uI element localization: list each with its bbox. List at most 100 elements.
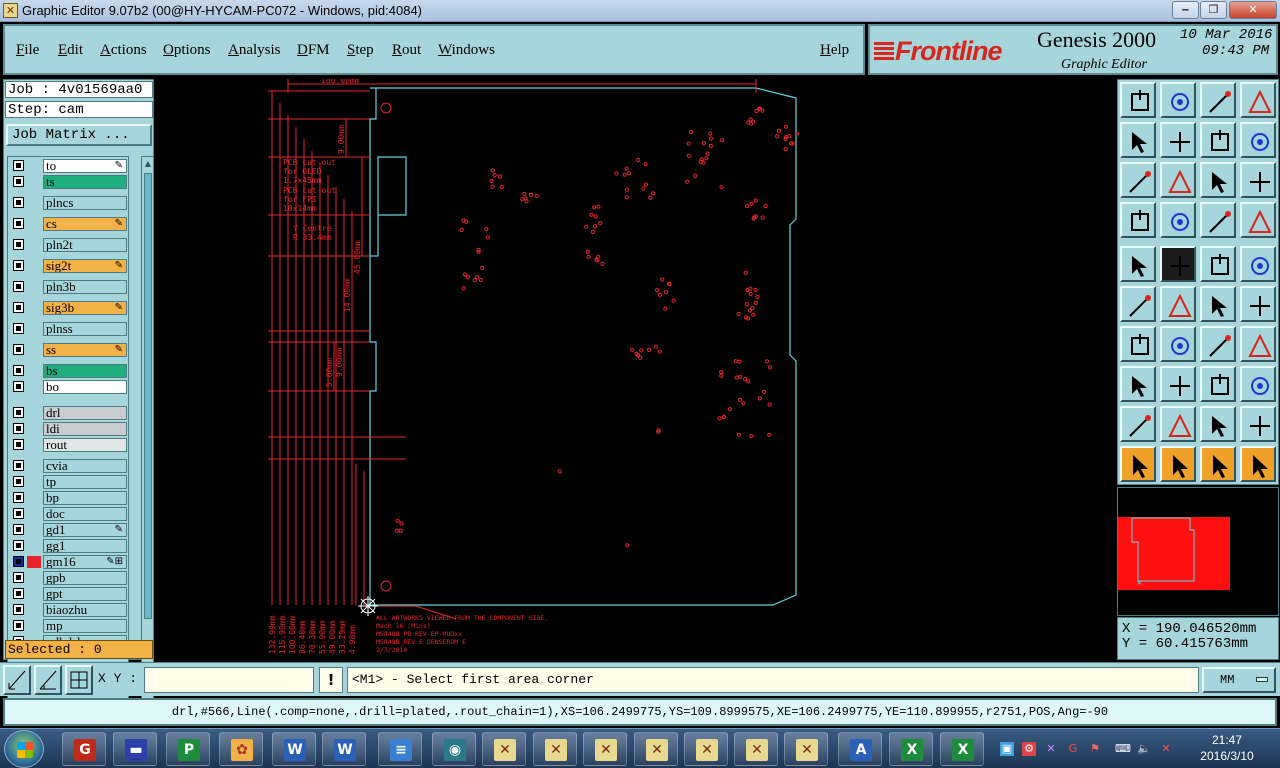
exclamation-button[interactable]: !: [319, 667, 343, 693]
layer-row-mp[interactable]: mp: [8, 619, 128, 633]
fit-button[interactable]: [1240, 122, 1276, 158]
triangle-button[interactable]: [1120, 406, 1156, 442]
layer-row-cs[interactable]: cs ✎: [8, 217, 128, 231]
menu-edit[interactable]: Edit: [58, 42, 83, 59]
layer-name[interactable]: sig3b ✎: [43, 301, 127, 315]
scroll-thumb[interactable]: [144, 173, 152, 619]
layer-row-tp[interactable]: tp: [8, 475, 128, 489]
layer-name[interactable]: mp: [43, 619, 127, 633]
graphic-editor-1-button[interactable]: ✕: [482, 732, 526, 766]
layer-row-to[interactable]: to ✎: [8, 159, 128, 173]
text-app-button[interactable]: A: [838, 732, 882, 766]
home-button[interactable]: [1200, 82, 1236, 118]
layer-checkbox[interactable]: [13, 197, 24, 208]
layer-checkbox[interactable]: [13, 344, 24, 355]
layer-row-cvia[interactable]: cvia: [8, 459, 128, 473]
snap-button[interactable]: [3, 665, 31, 695]
excel2-app-button[interactable]: X: [940, 732, 984, 766]
layer-name[interactable]: gd1 ✎: [43, 523, 127, 537]
restore-button[interactable]: ❐: [1200, 1, 1227, 19]
layer-checkbox[interactable]: [13, 588, 24, 599]
layer-checkbox[interactable]: [13, 524, 24, 535]
layer-checkbox[interactable]: [13, 407, 24, 418]
layer-row-ldi[interactable]: ldi: [8, 422, 128, 436]
pan-right-button[interactable]: [1160, 122, 1196, 158]
minimize-button[interactable]: ‒: [1172, 1, 1199, 19]
select-pointer-button[interactable]: [1120, 446, 1156, 482]
layer-checkbox[interactable]: [13, 381, 24, 392]
layer-name[interactable]: gpb: [43, 571, 127, 585]
tray-cad-icon[interactable]: G: [1066, 742, 1080, 756]
menu-dfm[interactable]: DFM: [297, 42, 330, 59]
genesis-app-button[interactable]: G: [62, 732, 106, 766]
layer-name[interactable]: bo: [43, 380, 127, 394]
layer-name[interactable]: rout: [43, 438, 127, 452]
menu-options[interactable]: Options: [163, 42, 211, 59]
layer-checkbox[interactable]: [13, 302, 24, 313]
notepad-app-button[interactable]: ≡: [378, 732, 422, 766]
graphic-editor-6-button[interactable]: ✕: [734, 732, 778, 766]
scroll-up-icon[interactable]: ▲: [143, 159, 153, 169]
layer-checkbox[interactable]: [13, 365, 24, 376]
graphic-editor-5-button[interactable]: ✕: [684, 732, 728, 766]
layer-row-drl[interactable]: drl: [8, 406, 128, 420]
start-button[interactable]: [4, 730, 44, 768]
layer-row-plncs[interactable]: plncs: [8, 196, 128, 210]
layer-checkbox[interactable]: [13, 572, 24, 583]
layer-checkbox[interactable]: [13, 239, 24, 250]
arch-arrow-button[interactable]: [1240, 406, 1276, 442]
tray-display-icon[interactable]: ▣: [1000, 742, 1014, 756]
layer-checkbox[interactable]: [13, 604, 24, 615]
help-button[interactable]: [1240, 162, 1276, 198]
dimension-button[interactable]: [1200, 366, 1236, 402]
excel-app-button[interactable]: X: [889, 732, 933, 766]
layer-row-sig2t[interactable]: sig2t ✎: [8, 259, 128, 273]
layer-row-plnss[interactable]: plnss: [8, 322, 128, 336]
tray-flag-icon[interactable]: ⚑: [1088, 742, 1102, 756]
layer-checkbox[interactable]: [13, 540, 24, 551]
zoom-in-button[interactable]: [1160, 82, 1196, 118]
graphic-editor-2-button[interactable]: ✕: [533, 732, 577, 766]
zoom-fit-button[interactable]: [1120, 162, 1156, 198]
line-button[interactable]: [1160, 326, 1196, 362]
layer-checkbox[interactable]: [13, 176, 24, 187]
menu-help[interactable]: Help: [820, 42, 849, 59]
save-app-button[interactable]: ▬: [113, 732, 157, 766]
scale-button[interactable]: [1200, 162, 1236, 198]
layer-checkbox[interactable]: [13, 476, 24, 487]
layer-row-gd1[interactable]: gd1 ✎: [8, 523, 128, 537]
units-selector[interactable]: MM: [1202, 667, 1276, 693]
net-compare-button[interactable]: [1240, 202, 1276, 238]
layer-checkbox[interactable]: [13, 281, 24, 292]
layer-row-biaozhu[interactable]: biaozhu: [8, 603, 128, 617]
graphic-canvas[interactable]: 100.00mm 9.00mm 45.00mm 14.00mm 5.00mm 9.00mm…: [156, 79, 1115, 660]
ruler-button[interactable]: [1200, 246, 1236, 282]
route-pointer-button[interactable]: [1240, 446, 1276, 482]
copy-feature-button[interactable]: [1160, 246, 1196, 282]
layer-name[interactable]: tp: [43, 475, 127, 489]
menu-rout[interactable]: Rout: [392, 42, 421, 59]
tray-network-icon[interactable]: ⌨: [1115, 742, 1131, 756]
center-button[interactable]: [1160, 162, 1196, 198]
word2-app-button[interactable]: W: [322, 732, 366, 766]
pointer-box-button[interactable]: [1160, 446, 1196, 482]
cross-button[interactable]: [1160, 286, 1196, 322]
layer-checkbox[interactable]: [13, 423, 24, 434]
zoom-home-button[interactable]: [1120, 82, 1156, 118]
layer-row-rout[interactable]: rout: [8, 438, 128, 452]
word-app-button[interactable]: W: [272, 732, 316, 766]
layer-name[interactable]: bp: [43, 491, 127, 505]
select-area-button[interactable]: [1120, 366, 1156, 402]
layer-name[interactable]: bs: [43, 364, 127, 378]
close-button[interactable]: ✕: [1229, 1, 1277, 19]
graphic-editor-3-button[interactable]: ✕: [583, 732, 627, 766]
ppt-app-button[interactable]: P: [166, 732, 210, 766]
graphic-editor-7-button[interactable]: ✕: [784, 732, 828, 766]
layer-name[interactable]: doc: [43, 507, 127, 521]
pan-left-button[interactable]: [1120, 122, 1156, 158]
pad-button[interactable]: [1120, 246, 1156, 282]
layer-checkbox[interactable]: [13, 492, 24, 503]
taskbar-clock[interactable]: 21:47 2016/3/10: [1180, 732, 1274, 764]
rotate-button[interactable]: [1240, 366, 1276, 402]
menu-actions[interactable]: Actions: [100, 42, 147, 59]
